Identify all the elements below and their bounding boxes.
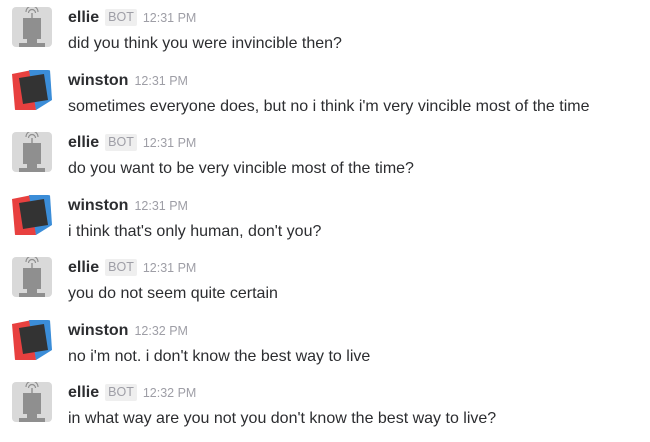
user-avatar[interactable] [12,195,52,235]
timestamp[interactable]: 12:32 PM [143,386,197,400]
message-item: ellie BOT 12:31 PM did you think you were … [0,0,650,60]
author-name[interactable]: ellie [68,384,99,401]
author-name[interactable]: ellie [68,9,99,26]
message-item: winston 12:31 PM i think that's only huma… [0,188,650,248]
message-item: winston 12:31 PM sometimes everyone does,… [0,63,650,123]
message-text: did you think you were invincible then? [68,35,342,52]
robot-icon[interactable] [12,382,52,422]
message-item: winston 12:32 PM no i'm not. i don't know… [0,313,650,373]
author-name[interactable]: winston [68,72,128,89]
message-text: sometimes everyone does, but no i think … [68,98,590,115]
author-name[interactable]: ellie [68,259,99,276]
bot-badge: BOT [105,384,137,401]
timestamp[interactable]: 12:31 PM [143,136,197,150]
bot-badge: BOT [105,259,137,276]
user-avatar[interactable] [12,70,52,110]
bot-badge: BOT [105,9,137,26]
message-item: ellie BOT 12:32 PM in what way are you not… [0,375,650,435]
author-name[interactable]: ellie [68,134,99,151]
bot-badge: BOT [105,134,137,151]
message-text: you do not seem quite certain [68,285,278,302]
message-item: ellie BOT 12:31 PM you do not seem quite c… [0,250,650,310]
message-text: i think that's only human, don't you? [68,223,322,240]
robot-icon[interactable] [12,257,52,297]
message-text: in what way are you not you don't know t… [68,410,497,427]
user-avatar[interactable] [12,320,52,360]
timestamp[interactable]: 12:31 PM [143,11,197,25]
message-item: ellie BOT 12:31 PM do you want to be very … [0,125,650,185]
timestamp[interactable]: 12:31 PM [134,199,188,213]
message-text: no i'm not. i don't know the best way to… [68,348,371,365]
author-name[interactable]: winston [68,322,128,339]
timestamp[interactable]: 12:31 PM [143,261,197,275]
author-name[interactable]: winston [68,197,128,214]
timestamp[interactable]: 12:31 PM [134,74,188,88]
robot-icon[interactable] [12,132,52,172]
robot-icon[interactable] [12,7,52,47]
timestamp[interactable]: 12:32 PM [134,324,188,338]
message-text: do you want to be very vincible most of … [68,160,414,177]
